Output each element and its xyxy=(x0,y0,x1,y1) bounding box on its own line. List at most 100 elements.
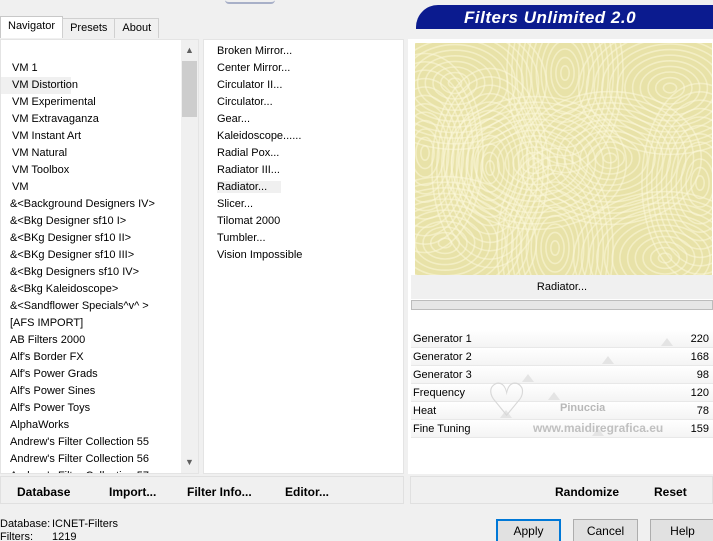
category-scrollbar[interactable]: ▲ ▼ xyxy=(181,40,198,473)
filter-item-label: Radial Pox... xyxy=(217,147,280,159)
category-item[interactable]: Alf's Power Toys xyxy=(1,400,180,417)
import-button[interactable]: Import... xyxy=(109,485,156,499)
slider-marker-icon xyxy=(661,338,673,346)
editor-button[interactable]: Editor... xyxy=(285,485,329,499)
parameter-name: Generator 3 xyxy=(413,369,472,381)
category-list: VM 1 VM Distortion VM Experimental VM Extra… xyxy=(1,60,180,473)
filter-item-label: Broken Mirror... xyxy=(217,45,293,57)
reset-button[interactable]: Reset xyxy=(654,485,687,499)
filter-list-panel: Broken Mirror... Center Mirror... Circulat… xyxy=(203,39,404,474)
database-info: Database: ICNET-Filters Filters: 1219 xyxy=(0,518,118,541)
category-item[interactable]: VM Extravaganza xyxy=(1,111,180,128)
slider-marker-icon xyxy=(602,356,614,364)
cancel-button[interactable]: Cancel xyxy=(573,519,638,541)
filter-item[interactable]: Kaleidoscope...... xyxy=(204,128,403,145)
tab-about[interactable]: About xyxy=(114,18,160,38)
category-item[interactable]: AB Filters 2000 xyxy=(1,332,180,349)
category-item[interactable]: VM 1 xyxy=(1,60,180,77)
watermark-name: Pinuccia xyxy=(560,402,606,414)
category-item[interactable]: Alf's Power Sines xyxy=(1,383,180,400)
filter-item-label: Kaleidoscope...... xyxy=(217,130,302,142)
database-button[interactable]: Database xyxy=(17,485,70,499)
parameter-slider[interactable]: Frequency 120 xyxy=(411,384,713,402)
category-list-panel: VM 1 VM Distortion VM Experimental VM Extra… xyxy=(0,39,199,474)
help-button[interactable]: Help xyxy=(650,519,713,541)
category-item[interactable]: &<Background Designers IV> xyxy=(1,196,180,213)
tab-bar: Navigator Presets About xyxy=(0,16,160,38)
category-item[interactable]: VM Natural xyxy=(1,145,180,162)
filters-count-label: Filters: xyxy=(0,531,33,541)
category-item[interactable]: VM xyxy=(1,179,180,196)
parameter-value: 98 xyxy=(696,369,709,381)
parameter-name: Generator 2 xyxy=(413,351,472,363)
scroll-down-icon[interactable]: ▼ xyxy=(181,454,198,471)
parameter-slider[interactable]: Generator 1 220 xyxy=(411,330,713,348)
category-item[interactable]: &<Bkg Kaleidoscope> xyxy=(1,281,180,298)
filter-item-label: Vision Impossible xyxy=(217,249,303,261)
parameter-slider[interactable]: Generator 3 98 xyxy=(411,366,713,384)
category-item[interactable]: &<BKg Designer sf10 II> xyxy=(1,230,180,247)
filter-item-label: Tumbler... xyxy=(217,232,266,244)
parameter-value: 159 xyxy=(690,423,709,435)
filters-count-value: 1219 xyxy=(52,531,77,541)
filter-item[interactable]: Broken Mirror... xyxy=(204,43,403,60)
parameter-name: Fine Tuning xyxy=(413,423,471,435)
category-item[interactable]: VM Instant Art xyxy=(1,128,180,145)
category-item[interactable]: VM Experimental xyxy=(1,94,180,111)
parameter-value: 120 xyxy=(690,387,709,399)
tab-navigator[interactable]: Navigator xyxy=(0,16,64,38)
filter-item[interactable]: Tilomat 2000 xyxy=(204,213,403,230)
apply-button[interactable]: Apply xyxy=(496,519,561,541)
filter-name-button[interactable]: Radiator... xyxy=(411,275,713,299)
category-item[interactable]: &<Bkg Designers sf10 IV> xyxy=(1,264,180,281)
category-item[interactable]: &<Sandflower Specials^v^ > xyxy=(1,298,180,315)
bottom-toolbar-right: Randomize Reset xyxy=(410,476,713,504)
parameter-value: 168 xyxy=(690,351,709,363)
category-item[interactable]: [AFS IMPORT] xyxy=(1,315,180,332)
filter-item[interactable]: Tumbler... xyxy=(204,230,403,247)
filter-item[interactable]: Center Mirror... xyxy=(204,60,403,77)
category-item[interactable]: &<Bkg Designer sf10 I> xyxy=(1,213,180,230)
filter-item-label: Circulator II... xyxy=(217,79,283,91)
slider-marker-icon xyxy=(548,392,560,400)
filter-item[interactable]: Radiator III... xyxy=(204,162,403,179)
top-edge-decoration xyxy=(225,0,275,4)
database-value: ICNET-Filters xyxy=(52,518,118,530)
filter-item-label: Gear... xyxy=(217,113,251,125)
filter-item[interactable]: Vision Impossible xyxy=(204,247,403,264)
filter-item-label: Radiator... xyxy=(217,181,282,193)
category-item[interactable]: Andrew's Filter Collection 55 xyxy=(1,434,180,451)
bottom-toolbar-left: Database Import... Filter Info... Editor… xyxy=(0,476,404,504)
progress-bar xyxy=(411,300,713,310)
watermark-heart-icon: ♡ xyxy=(486,374,528,426)
filter-item[interactable]: Circulator... xyxy=(204,94,403,111)
category-item[interactable]: Alf's Power Grads xyxy=(1,366,180,383)
filter-item[interactable]: Slicer... xyxy=(204,196,403,213)
randomize-button[interactable]: Randomize xyxy=(555,485,619,499)
parameter-name: Heat xyxy=(413,405,437,417)
parameter-value: 78 xyxy=(696,405,709,417)
category-item[interactable]: Andrew's Filter Collection 57 xyxy=(1,468,180,473)
filter-info-button[interactable]: Filter Info... xyxy=(187,485,252,499)
filter-item[interactable]: Gear... xyxy=(204,111,403,128)
filter-item[interactable]: Radiator... xyxy=(204,179,403,196)
filter-item-label: Radiator III... xyxy=(217,164,280,176)
category-item[interactable]: VM Toolbox xyxy=(1,162,180,179)
scroll-thumb[interactable] xyxy=(182,61,197,117)
radiator-pattern xyxy=(415,43,712,275)
filter-item-label: Slicer... xyxy=(217,198,254,210)
parameter-slider[interactable]: Generator 2 168 xyxy=(411,348,713,366)
filter-item[interactable]: Circulator II... xyxy=(204,77,403,94)
category-item[interactable]: Alf's Border FX xyxy=(1,349,180,366)
scroll-up-icon[interactable]: ▲ xyxy=(181,42,198,59)
database-label: Database: xyxy=(0,518,51,530)
category-item[interactable]: AlphaWorks xyxy=(1,417,180,434)
filter-item-label: Circulator... xyxy=(217,96,273,108)
filter-item[interactable]: Radial Pox... xyxy=(204,145,403,162)
filter-list: Broken Mirror... Center Mirror... Circulat… xyxy=(204,43,403,264)
category-item[interactable]: Andrew's Filter Collection 56 xyxy=(1,451,180,468)
tab-presets[interactable]: Presets xyxy=(62,18,116,38)
category-item[interactable]: &<BKg Designer sf10 III> xyxy=(1,247,180,264)
watermark-url: www.maidiregrafica.eu xyxy=(533,421,664,435)
category-item[interactable]: VM Distortion xyxy=(1,77,78,94)
